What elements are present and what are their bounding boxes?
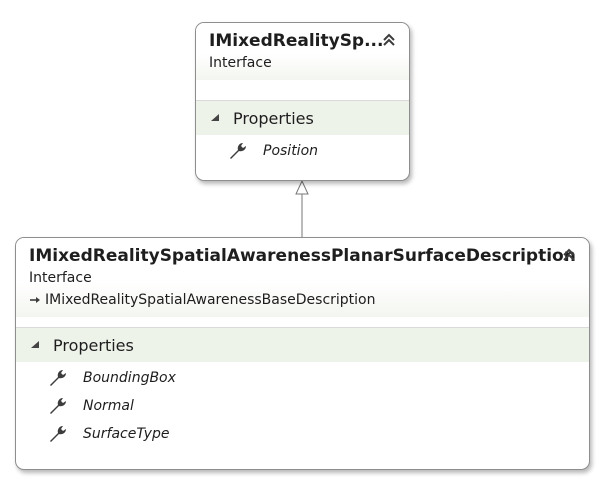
parent-box-header: IMixedRealitySp... Interface bbox=[196, 23, 409, 80]
property-member[interactable]: Position bbox=[196, 137, 409, 165]
wrench-icon bbox=[50, 426, 66, 442]
parent-section-label: Properties bbox=[233, 108, 314, 128]
child-interface-box[interactable]: IMixedRealitySpatialAwarenessPlanarSurfa… bbox=[15, 237, 590, 470]
parent-interface-box[interactable]: IMixedRealitySp... Interface Properties … bbox=[195, 22, 410, 181]
child-properties-section-header[interactable]: Properties bbox=[16, 327, 589, 362]
wrench-icon bbox=[50, 398, 66, 414]
parent-member-list: Position bbox=[196, 135, 409, 171]
property-name: SurfaceType bbox=[83, 426, 170, 442]
child-member-list: BoundingBox Normal SurfaceType bbox=[16, 362, 589, 454]
parent-properties-section-header[interactable]: Properties bbox=[196, 100, 409, 135]
wrench-icon bbox=[50, 370, 66, 386]
property-member[interactable]: SurfaceType bbox=[16, 420, 589, 448]
wrench-icon bbox=[230, 143, 246, 159]
inheritance-arrow-icon bbox=[295, 179, 309, 195]
child-box-header: IMixedRealitySpatialAwarenessPlanarSurfa… bbox=[16, 238, 589, 317]
triangle-expanded-icon bbox=[31, 341, 39, 348]
triangle-expanded-icon bbox=[211, 114, 219, 121]
child-section-label: Properties bbox=[53, 335, 134, 355]
base-type-name: IMixedRealitySpatialAwarenessBaseDescrip… bbox=[45, 292, 376, 308]
inherits-arrow-icon bbox=[30, 297, 40, 303]
property-name: BoundingBox bbox=[83, 370, 176, 386]
property-name: Position bbox=[263, 143, 319, 159]
parent-stereotype: Interface bbox=[209, 55, 272, 71]
base-type-row: IMixedRealitySpatialAwarenessBaseDescrip… bbox=[29, 291, 577, 309]
property-member[interactable]: Normal bbox=[16, 392, 589, 420]
property-member[interactable]: BoundingBox bbox=[16, 364, 589, 392]
property-name: Normal bbox=[83, 398, 134, 414]
child-title: IMixedRealitySpatialAwarenessPlanarSurfa… bbox=[29, 246, 576, 266]
parent-title: IMixedRealitySp... bbox=[209, 31, 384, 51]
double-chevron-up-icon[interactable] bbox=[381, 32, 397, 48]
child-stereotype: Interface bbox=[29, 270, 92, 286]
double-chevron-up-icon[interactable] bbox=[561, 247, 577, 263]
